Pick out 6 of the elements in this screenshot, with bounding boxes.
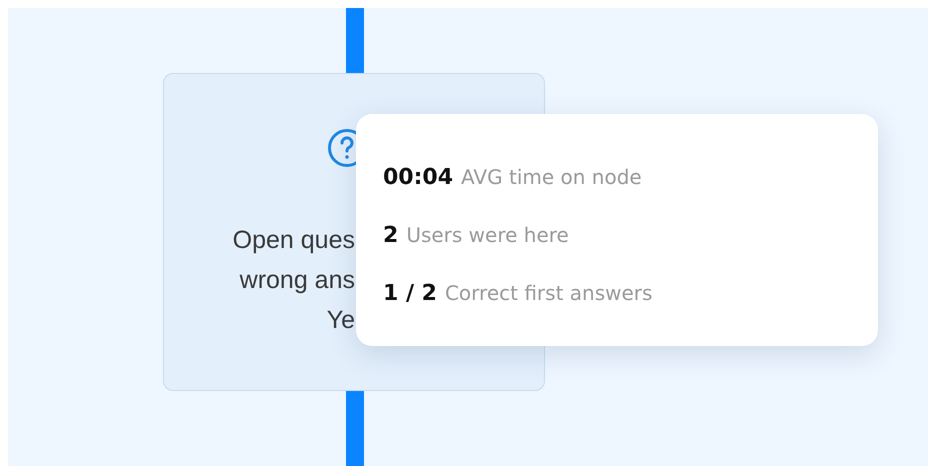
node-text: Open ques [232,225,355,256]
stat-value: 00:04 [383,164,454,192]
stat-value: 1 / 2 [383,280,437,308]
node-text: wrong ans [240,265,355,296]
stat-value: 2 [383,222,398,250]
node-text: Ye [326,305,355,336]
